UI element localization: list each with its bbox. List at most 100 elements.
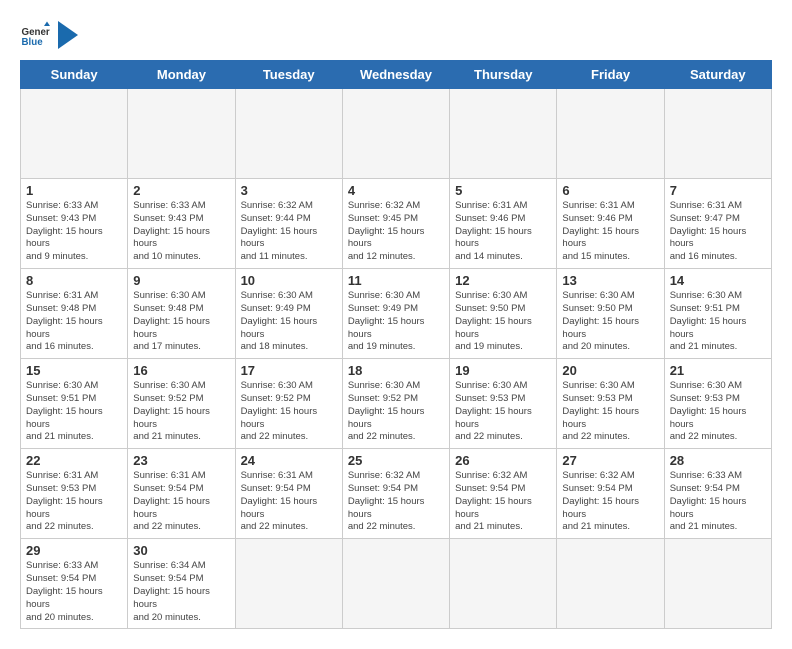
cell-details: Sunrise: 6:32 AMSunset: 9:54 PMDaylight:…: [562, 470, 658, 534]
cell-details: Sunrise: 6:31 AMSunset: 9:46 PMDaylight:…: [455, 200, 551, 264]
day-number: 22: [26, 453, 122, 468]
calendar-cell-21: 21 Sunrise: 6:30 AMSunset: 9:53 PMDayligh…: [664, 359, 771, 449]
day-number: 7: [670, 183, 766, 198]
calendar-cell-29: 29 Sunrise: 6:33 AMSunset: 9:54 PMDayligh…: [21, 539, 128, 629]
day-number: 5: [455, 183, 551, 198]
calendar-cell-empty: [450, 89, 557, 179]
day-number: 15: [26, 363, 122, 378]
day-number: 20: [562, 363, 658, 378]
cell-details: Sunrise: 6:31 AMSunset: 9:47 PMDaylight:…: [670, 200, 766, 264]
day-number: 4: [348, 183, 444, 198]
cell-details: Sunrise: 6:31 AMSunset: 9:48 PMDaylight:…: [26, 290, 122, 354]
day-header-saturday: Saturday: [664, 61, 771, 89]
day-number: 29: [26, 543, 122, 558]
cell-details: Sunrise: 6:30 AMSunset: 9:51 PMDaylight:…: [670, 290, 766, 354]
cell-details: Sunrise: 6:33 AMSunset: 9:54 PMDaylight:…: [670, 470, 766, 534]
day-number: 25: [348, 453, 444, 468]
calendar-cell-26: 26 Sunrise: 6:32 AMSunset: 9:54 PMDayligh…: [450, 449, 557, 539]
svg-text:Blue: Blue: [22, 37, 44, 48]
calendar-cell-16: 16 Sunrise: 6:30 AMSunset: 9:52 PMDayligh…: [128, 359, 235, 449]
calendar-cell-7: 7 Sunrise: 6:31 AMSunset: 9:47 PMDaylight…: [664, 179, 771, 269]
day-number: 23: [133, 453, 229, 468]
calendar-cell-20: 20 Sunrise: 6:30 AMSunset: 9:53 PMDayligh…: [557, 359, 664, 449]
calendar-cell-23: 23Sunrise: 6:31 AMSunset: 9:54 PMDayligh…: [128, 449, 235, 539]
cell-details: Sunrise: 6:32 AMSunset: 9:45 PMDaylight:…: [348, 200, 444, 264]
day-number: 19: [455, 363, 551, 378]
day-number: 6: [562, 183, 658, 198]
cell-details: Sunrise: 6:30 AMSunset: 9:49 PMDaylight:…: [241, 290, 337, 354]
calendar-cell-1: 1 Sunrise: 6:33 AMSunset: 9:43 PMDaylight…: [21, 179, 128, 269]
day-number: 9: [133, 273, 229, 288]
cell-details: Sunrise: 6:30 AMSunset: 9:52 PMDaylight:…: [133, 380, 229, 444]
cell-details: Sunrise: 6:31 AMSunset: 9:54 PMDaylight:…: [241, 470, 337, 534]
cell-details: Sunrise: 6:34 AMSunset: 9:54 PMDaylight:…: [133, 560, 229, 624]
calendar-cell-empty: [557, 89, 664, 179]
calendar-cell-25: 25 Sunrise: 6:32 AMSunset: 9:54 PMDayligh…: [342, 449, 449, 539]
calendar-cell-empty: [128, 89, 235, 179]
cell-details: Sunrise: 6:30 AMSunset: 9:53 PMDaylight:…: [670, 380, 766, 444]
calendar-cell-27: 27 Sunrise: 6:32 AMSunset: 9:54 PMDayligh…: [557, 449, 664, 539]
cell-details: Sunrise: 6:32 AMSunset: 9:54 PMDaylight:…: [348, 470, 444, 534]
calendar-cell-5: 5 Sunrise: 6:31 AMSunset: 9:46 PMDaylight…: [450, 179, 557, 269]
calendar-cell-empty: [557, 539, 664, 629]
calendar-cell-4: 4 Sunrise: 6:32 AMSunset: 9:45 PMDaylight…: [342, 179, 449, 269]
calendar-cell-8: 8Sunrise: 6:31 AMSunset: 9:48 PMDaylight…: [21, 269, 128, 359]
cell-details: Sunrise: 6:30 AMSunset: 9:53 PMDaylight:…: [455, 380, 551, 444]
cell-details: Sunrise: 6:30 AMSunset: 9:52 PMDaylight:…: [241, 380, 337, 444]
week-row-1: [21, 89, 772, 179]
day-number: 30: [133, 543, 229, 558]
day-number: 24: [241, 453, 337, 468]
day-number: 18: [348, 363, 444, 378]
calendar-cell-14: 14Sunrise: 6:30 AMSunset: 9:51 PMDayligh…: [664, 269, 771, 359]
cell-details: Sunrise: 6:33 AMSunset: 9:43 PMDaylight:…: [133, 200, 229, 264]
week-row-4: 15 Sunrise: 6:30 AMSunset: 9:51 PMDayligh…: [21, 359, 772, 449]
cell-details: Sunrise: 6:33 AMSunset: 9:54 PMDaylight:…: [26, 560, 122, 624]
calendar-cell-11: 11 Sunrise: 6:30 AMSunset: 9:49 PMDayligh…: [342, 269, 449, 359]
cell-details: Sunrise: 6:30 AMSunset: 9:48 PMDaylight:…: [133, 290, 229, 354]
day-number: 16: [133, 363, 229, 378]
day-number: 28: [670, 453, 766, 468]
day-number: 27: [562, 453, 658, 468]
calendar-cell-24: 24 Sunrise: 6:31 AMSunset: 9:54 PMDayligh…: [235, 449, 342, 539]
day-number: 1: [26, 183, 122, 198]
week-row-5: 22Sunrise: 6:31 AMSunset: 9:53 PMDayligh…: [21, 449, 772, 539]
calendar-cell-28: 28 Sunrise: 6:33 AMSunset: 9:54 PMDayligh…: [664, 449, 771, 539]
cell-details: Sunrise: 6:33 AMSunset: 9:43 PMDaylight:…: [26, 200, 122, 264]
logo-arrow-icon: [58, 21, 78, 49]
calendar-cell-2: 2 Sunrise: 6:33 AMSunset: 9:43 PMDaylight…: [128, 179, 235, 269]
day-headers-row: SundayMondayTuesdayWednesdayThursdayFrid…: [21, 61, 772, 89]
logo: General Blue: [20, 20, 78, 50]
calendar-cell-18: 18 Sunrise: 6:30 AMSunset: 9:52 PMDayligh…: [342, 359, 449, 449]
day-header-thursday: Thursday: [450, 61, 557, 89]
day-number: 21: [670, 363, 766, 378]
calendar-cell-empty: [664, 539, 771, 629]
calendar-cell-empty: [21, 89, 128, 179]
calendar-cell-3: 3Sunrise: 6:32 AMSunset: 9:44 PMDaylight…: [235, 179, 342, 269]
page-header: General Blue: [20, 20, 772, 50]
day-number: 12: [455, 273, 551, 288]
cell-details: Sunrise: 6:30 AMSunset: 9:49 PMDaylight:…: [348, 290, 444, 354]
day-number: 2: [133, 183, 229, 198]
day-header-friday: Friday: [557, 61, 664, 89]
day-header-tuesday: Tuesday: [235, 61, 342, 89]
cell-details: Sunrise: 6:30 AMSunset: 9:50 PMDaylight:…: [455, 290, 551, 354]
calendar-cell-9: 9 Sunrise: 6:30 AMSunset: 9:48 PMDaylight…: [128, 269, 235, 359]
week-row-2: 1 Sunrise: 6:33 AMSunset: 9:43 PMDaylight…: [21, 179, 772, 269]
cell-details: Sunrise: 6:30 AMSunset: 9:52 PMDaylight:…: [348, 380, 444, 444]
calendar-cell-13: 13 Sunrise: 6:30 AMSunset: 9:50 PMDayligh…: [557, 269, 664, 359]
day-header-wednesday: Wednesday: [342, 61, 449, 89]
day-number: 26: [455, 453, 551, 468]
day-number: 11: [348, 273, 444, 288]
week-row-3: 8Sunrise: 6:31 AMSunset: 9:48 PMDaylight…: [21, 269, 772, 359]
calendar-cell-10: 10 Sunrise: 6:30 AMSunset: 9:49 PMDayligh…: [235, 269, 342, 359]
cell-details: Sunrise: 6:30 AMSunset: 9:51 PMDaylight:…: [26, 380, 122, 444]
cell-details: Sunrise: 6:30 AMSunset: 9:50 PMDaylight:…: [562, 290, 658, 354]
calendar-cell-empty: [342, 89, 449, 179]
calendar-cell-empty: [450, 539, 557, 629]
cell-details: Sunrise: 6:30 AMSunset: 9:53 PMDaylight:…: [562, 380, 658, 444]
day-number: 10: [241, 273, 337, 288]
day-number: 13: [562, 273, 658, 288]
cell-details: Sunrise: 6:32 AMSunset: 9:54 PMDaylight:…: [455, 470, 551, 534]
calendar-cell-19: 19 Sunrise: 6:30 AMSunset: 9:53 PMDayligh…: [450, 359, 557, 449]
day-header-monday: Monday: [128, 61, 235, 89]
